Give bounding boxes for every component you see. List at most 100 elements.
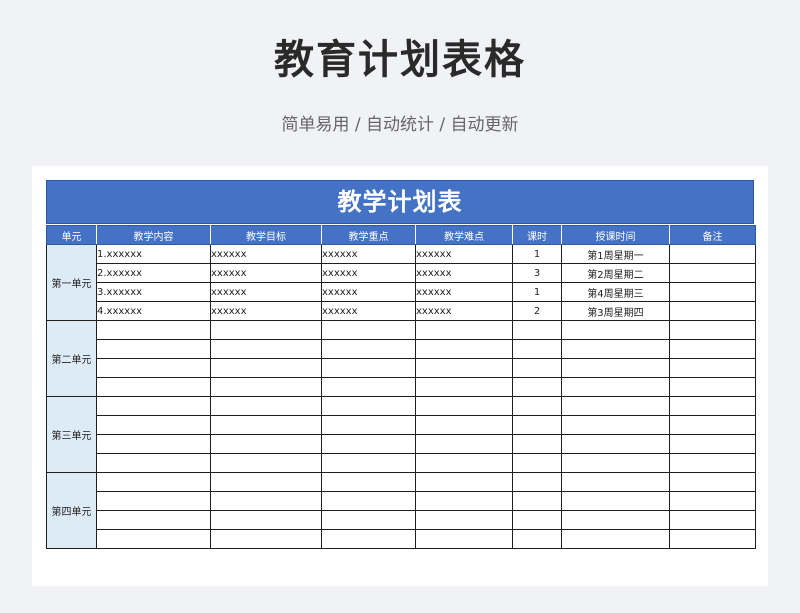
time-cell[interactable] xyxy=(561,472,670,492)
note-cell[interactable] xyxy=(669,301,756,321)
key-point-cell[interactable] xyxy=(321,396,416,416)
difficulty-cell[interactable]: xxxxxx xyxy=(415,301,513,321)
content-cell[interactable] xyxy=(96,491,211,511)
time-cell[interactable] xyxy=(561,396,670,416)
hours-cell[interactable] xyxy=(512,510,562,530)
hours-cell[interactable] xyxy=(512,320,562,340)
time-cell[interactable]: 第2周星期二 xyxy=(561,263,670,283)
goal-cell[interactable]: xxxxxx xyxy=(210,282,322,302)
hours-cell[interactable] xyxy=(512,396,562,416)
key-point-cell[interactable] xyxy=(321,529,416,549)
time-cell[interactable] xyxy=(561,510,670,530)
content-cell[interactable]: 4.xxxxxx xyxy=(96,301,211,321)
difficulty-cell[interactable] xyxy=(415,415,513,435)
note-cell[interactable] xyxy=(669,529,756,549)
hours-cell[interactable] xyxy=(512,472,562,492)
difficulty-cell[interactable] xyxy=(415,434,513,454)
column-header[interactable]: 单元 xyxy=(46,225,97,245)
goal-cell[interactable] xyxy=(210,415,322,435)
content-cell[interactable] xyxy=(96,529,211,549)
note-cell[interactable] xyxy=(669,282,756,302)
content-cell[interactable] xyxy=(96,358,211,378)
difficulty-cell[interactable]: xxxxxx xyxy=(415,244,513,264)
note-cell[interactable] xyxy=(669,377,756,397)
key-point-cell[interactable]: xxxxxx xyxy=(321,301,416,321)
content-cell[interactable] xyxy=(96,415,211,435)
goal-cell[interactable] xyxy=(210,472,322,492)
note-cell[interactable] xyxy=(669,263,756,283)
unit-cell[interactable]: 第二单元 xyxy=(46,320,97,397)
goal-cell[interactable] xyxy=(210,339,322,359)
goal-cell[interactable]: xxxxxx xyxy=(210,263,322,283)
note-cell[interactable] xyxy=(669,244,756,264)
unit-cell[interactable]: 第三单元 xyxy=(46,396,97,473)
hours-cell[interactable] xyxy=(512,415,562,435)
hours-cell[interactable] xyxy=(512,339,562,359)
note-cell[interactable] xyxy=(669,510,756,530)
key-point-cell[interactable] xyxy=(321,510,416,530)
column-header[interactable]: 备注 xyxy=(669,225,756,245)
key-point-cell[interactable] xyxy=(321,491,416,511)
content-cell[interactable]: 3.xxxxxx xyxy=(96,282,211,302)
hours-cell[interactable]: 1 xyxy=(512,244,562,264)
time-cell[interactable] xyxy=(561,453,670,473)
time-cell[interactable] xyxy=(561,320,670,340)
difficulty-cell[interactable] xyxy=(415,491,513,511)
hours-cell[interactable] xyxy=(512,453,562,473)
time-cell[interactable] xyxy=(561,339,670,359)
content-cell[interactable] xyxy=(96,453,211,473)
hours-cell[interactable] xyxy=(512,529,562,549)
column-header[interactable]: 教学重点 xyxy=(321,225,416,245)
difficulty-cell[interactable]: xxxxxx xyxy=(415,282,513,302)
content-cell[interactable] xyxy=(96,377,211,397)
note-cell[interactable] xyxy=(669,453,756,473)
difficulty-cell[interactable] xyxy=(415,453,513,473)
goal-cell[interactable] xyxy=(210,377,322,397)
time-cell[interactable] xyxy=(561,358,670,378)
hours-cell[interactable] xyxy=(512,377,562,397)
time-cell[interactable] xyxy=(561,491,670,511)
note-cell[interactable] xyxy=(669,491,756,511)
goal-cell[interactable]: xxxxxx xyxy=(210,301,322,321)
column-header[interactable]: 教学目标 xyxy=(210,225,322,245)
key-point-cell[interactable] xyxy=(321,358,416,378)
unit-cell[interactable]: 第一单元 xyxy=(46,244,97,321)
difficulty-cell[interactable] xyxy=(415,396,513,416)
goal-cell[interactable] xyxy=(210,358,322,378)
key-point-cell[interactable] xyxy=(321,434,416,454)
difficulty-cell[interactable] xyxy=(415,472,513,492)
content-cell[interactable]: 2.xxxxxx xyxy=(96,263,211,283)
goal-cell[interactable]: xxxxxx xyxy=(210,244,322,264)
hours-cell[interactable] xyxy=(512,434,562,454)
content-cell[interactable] xyxy=(96,320,211,340)
content-cell[interactable] xyxy=(96,339,211,359)
column-header[interactable]: 教学内容 xyxy=(96,225,211,245)
key-point-cell[interactable]: xxxxxx xyxy=(321,244,416,264)
goal-cell[interactable] xyxy=(210,434,322,454)
difficulty-cell[interactable] xyxy=(415,320,513,340)
key-point-cell[interactable] xyxy=(321,415,416,435)
difficulty-cell[interactable] xyxy=(415,529,513,549)
note-cell[interactable] xyxy=(669,320,756,340)
column-header[interactable]: 授课时间 xyxy=(561,225,670,245)
difficulty-cell[interactable]: xxxxxx xyxy=(415,263,513,283)
difficulty-cell[interactable] xyxy=(415,339,513,359)
note-cell[interactable] xyxy=(669,472,756,492)
hours-cell[interactable]: 2 xyxy=(512,301,562,321)
difficulty-cell[interactable] xyxy=(415,358,513,378)
content-cell[interactable]: 1.xxxxxx xyxy=(96,244,211,264)
key-point-cell[interactable] xyxy=(321,339,416,359)
goal-cell[interactable] xyxy=(210,510,322,530)
content-cell[interactable] xyxy=(96,434,211,454)
goal-cell[interactable] xyxy=(210,453,322,473)
hours-cell[interactable] xyxy=(512,491,562,511)
content-cell[interactable] xyxy=(96,510,211,530)
difficulty-cell[interactable] xyxy=(415,510,513,530)
key-point-cell[interactable]: xxxxxx xyxy=(321,263,416,283)
note-cell[interactable] xyxy=(669,339,756,359)
column-header[interactable]: 课时 xyxy=(512,225,562,245)
goal-cell[interactable] xyxy=(210,320,322,340)
time-cell[interactable]: 第1周星期一 xyxy=(561,244,670,264)
key-point-cell[interactable]: xxxxxx xyxy=(321,282,416,302)
note-cell[interactable] xyxy=(669,358,756,378)
